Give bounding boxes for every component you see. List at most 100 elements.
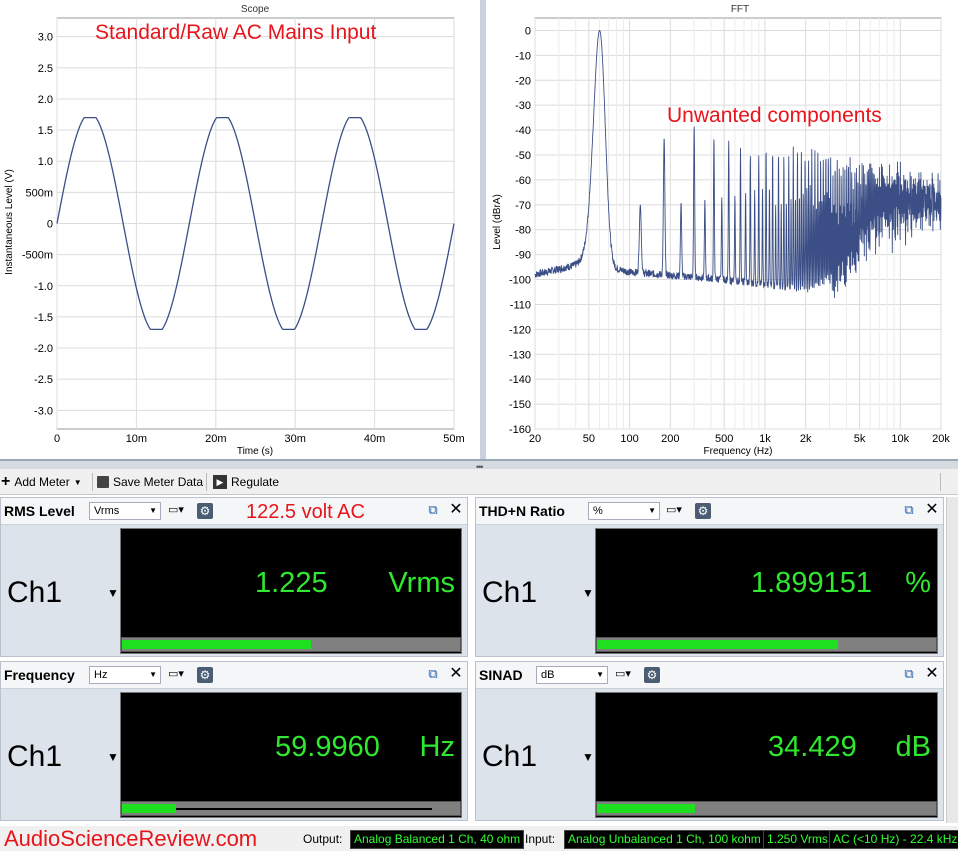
meter-value: 1.225 [255, 567, 328, 599]
gear-icon[interactable]: ⚙ [197, 667, 213, 683]
channel-dropdown-icon[interactable]: ▼ [107, 586, 119, 600]
scope-ytick-label: 1.0 [38, 156, 53, 168]
scope-ytick-label: 2.0 [38, 94, 53, 106]
meter-title: THD+N Ratio [479, 503, 565, 519]
input-level-button[interactable]: 1.250 Vrms [763, 830, 832, 849]
scope-chart: 3.0 2.5 2.0 1.5 1.0 500m 0 -500m -1.0 -1.5 -2.0 -2.… [4, 17, 465, 457]
toolbar-separator [92, 473, 93, 491]
watermark: AudioScienceReview.com [4, 826, 258, 851]
meter-value: 34.429 [768, 731, 857, 763]
graph-icon[interactable]: ▭▾ [615, 667, 639, 683]
unit-select[interactable]: Vrms ▼ [89, 502, 161, 520]
fft-ytick-label: -130 [509, 349, 531, 361]
rms-level-meter: RMS Level Vrms ▼ ▭▾ ⚙ ⧉ ✕ 122.5 volt AC C… [0, 497, 468, 657]
fft-ylabel: Level (dBrA) [492, 194, 503, 250]
close-icon[interactable]: ✕ [924, 501, 940, 519]
fft-ytick-label: -150 [509, 399, 531, 411]
regulate-label: Regulate [231, 475, 280, 489]
scope-ytick-label: -500m [22, 250, 53, 262]
fft-ytick-label: -140 [509, 374, 531, 386]
input-config-button[interactable]: Analog Unbalanced 1 Ch, 100 kohm [564, 830, 765, 849]
fft-ytick-label: 0 [525, 25, 531, 37]
toolbar-separator [206, 473, 207, 491]
scope-ytick-label: 0 [47, 219, 53, 231]
meter-value: 1.899151 [751, 567, 872, 599]
scope-xtick-label: 10m [126, 433, 147, 445]
level-bar [596, 801, 937, 816]
fft-xtick-label: 5k [854, 433, 866, 445]
output-label: Output: [303, 832, 343, 846]
graph-icon[interactable]: ▭▾ [168, 667, 192, 683]
bandwidth-button[interactable]: AC (<10 Hz) - 22.4 kHz [829, 830, 958, 849]
fft-xtick-label: 1k [759, 433, 771, 445]
fft-ytick-label: -100 [509, 275, 531, 287]
output-config-button[interactable]: Analog Balanced 1 Ch, 40 ohm [350, 830, 525, 849]
graph-icon[interactable]: ▭▾ [168, 503, 192, 519]
scope-xtick-label: 30m [284, 433, 305, 445]
popout-icon[interactable]: ⧉ [425, 666, 441, 682]
scope-ytick-label: 3.0 [38, 32, 53, 44]
scope-ytick-label: -2.0 [34, 343, 53, 355]
meter-display: 59.9960 Hz [120, 692, 462, 818]
fft-ytick-label: -70 [515, 200, 531, 212]
regulate-button[interactable]: ▶ Regulate [213, 473, 279, 491]
rms-annotation: 122.5 volt AC [246, 501, 365, 523]
channel-dropdown-icon[interactable]: ▼ [582, 586, 594, 600]
meter-header: THD+N Ratio % ▼ ▭▾ ⚙ ⧉ ✕ [476, 498, 943, 525]
unit-select[interactable]: dB ▼ [536, 666, 608, 684]
gear-icon[interactable]: ⚙ [695, 503, 711, 519]
meter-header: RMS Level Vrms ▼ ▭▾ ⚙ ⧉ ✕ [1, 498, 467, 525]
thd-n-ratio-meter: THD+N Ratio % ▼ ▭▾ ⚙ ⧉ ✕ Ch1 ▼ 1.899151 % [475, 497, 944, 657]
gear-icon[interactable]: ⚙ [644, 667, 660, 683]
meter-display: 1.899151 % [595, 528, 938, 654]
level-bar-fill [122, 640, 312, 649]
add-meter-label: Add Meter [14, 475, 70, 489]
fft-ytick-label: -20 [515, 75, 531, 87]
meter-unit: Hz [419, 731, 455, 763]
popout-icon[interactable]: ⧉ [901, 666, 917, 682]
fft-ytick-label: -30 [515, 100, 531, 112]
meters-scrollbar[interactable] [946, 497, 958, 823]
unit-select[interactable]: Hz ▼ [89, 666, 161, 684]
fft-xtick-label: 2k [800, 433, 812, 445]
close-icon[interactable]: ✕ [448, 501, 464, 519]
save-icon [97, 476, 109, 488]
fft-xtick-label: 50 [583, 433, 595, 445]
save-meter-data-button[interactable]: Save Meter Data [97, 473, 203, 491]
close-icon[interactable]: ✕ [448, 665, 464, 683]
meter-title: SINAD [479, 667, 523, 683]
scope-xlabel: Time (s) [237, 446, 273, 457]
input-label: Input: [525, 832, 556, 846]
level-bar [596, 637, 937, 652]
chevron-down-icon: ▼ [149, 670, 157, 679]
fft-xtick-label: 100 [620, 433, 638, 445]
graph-icon[interactable]: ▭▾ [666, 503, 690, 519]
scope-annotation: Standard/Raw AC Mains Input [95, 21, 377, 44]
gear-icon[interactable]: ⚙ [197, 503, 213, 519]
channel-dropdown-icon[interactable]: ▼ [582, 750, 594, 764]
fft-xtick-label: 20 [529, 433, 541, 445]
scope-ytick-label: 2.5 [38, 63, 53, 75]
meter-unit: dB [895, 731, 931, 763]
panel-splitter[interactable]: ••• [0, 459, 958, 472]
scope-ytick-label: 1.5 [38, 125, 53, 137]
channel-label: Ch1 [482, 576, 538, 609]
scope-xtick-label: 50m [443, 433, 464, 445]
fft-ytick-label: -80 [515, 225, 531, 237]
meter-unit: % [905, 567, 931, 599]
scope-ytick-label: -3.0 [34, 405, 53, 417]
save-meter-data-label: Save Meter Data [113, 475, 204, 489]
fft-annotation: Unwanted components [667, 104, 882, 127]
meter-display: 34.429 dB [595, 692, 938, 818]
unit-select[interactable]: % ▼ [588, 502, 660, 520]
plus-icon: + [1, 473, 11, 490]
popout-icon[interactable]: ⧉ [901, 502, 917, 518]
channel-dropdown-icon[interactable]: ▼ [107, 750, 119, 764]
close-icon[interactable]: ✕ [924, 665, 940, 683]
add-meter-button[interactable]: + Add Meter ▼ [1, 473, 82, 491]
scope-ytick-label: -1.0 [34, 281, 53, 293]
popout-icon[interactable]: ⧉ [425, 502, 441, 518]
chevron-down-icon: ▼ [73, 477, 82, 487]
meter-title: Frequency [4, 667, 75, 683]
chevron-down-icon: ▼ [648, 506, 656, 515]
